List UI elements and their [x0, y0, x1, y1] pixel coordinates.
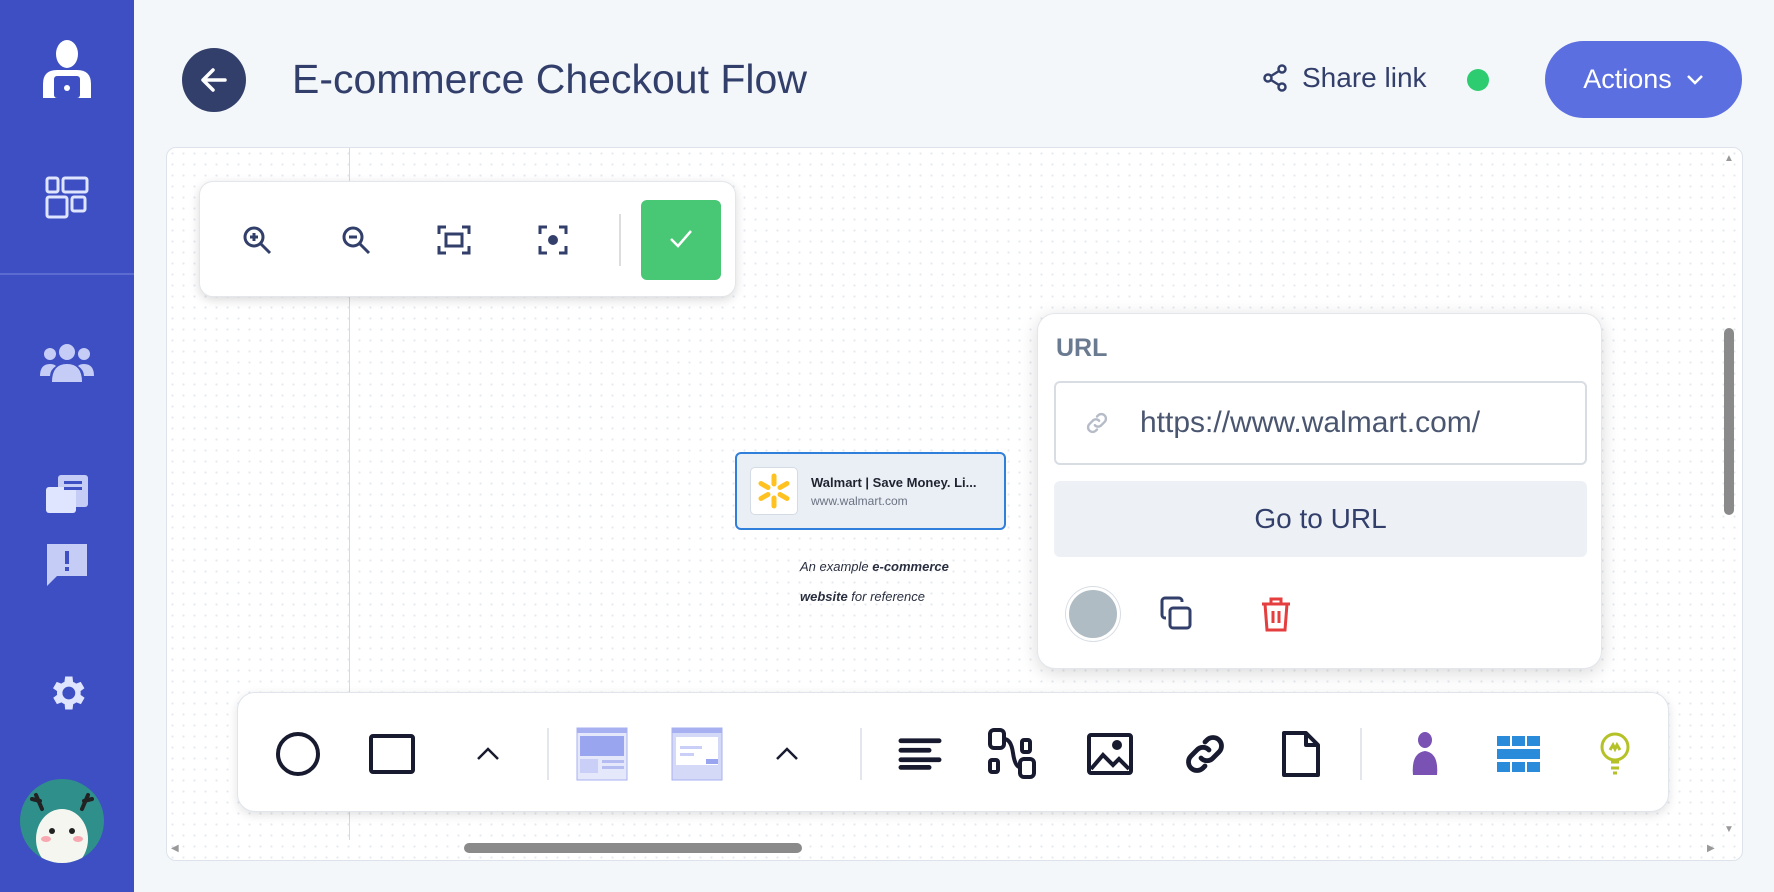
link-icon[interactable] [1178, 727, 1232, 781]
sidebar [0, 0, 134, 892]
caption-bold: e-commerce [872, 559, 949, 574]
persona-icon[interactable] [1398, 727, 1452, 781]
scroll-down-arrow[interactable]: ▼ [1724, 824, 1734, 835]
chevron-up-icon[interactable] [461, 727, 515, 781]
link-icon [1086, 412, 1108, 434]
page-title: E-commerce Checkout Flow [292, 56, 807, 102]
avatar[interactable] [20, 779, 104, 863]
feedback-icon[interactable] [37, 534, 97, 594]
link-card-title: Walmart | Save Money. Li... [811, 474, 977, 490]
url-popup: URL https://www.walmart.com/ Go to URL [1037, 313, 1602, 669]
toolbar-divider [1360, 728, 1362, 780]
actions-label: Actions [1583, 64, 1672, 94]
chevron-up-icon[interactable] [760, 727, 814, 781]
confirm-button[interactable] [641, 200, 721, 280]
toolbar-divider [860, 728, 862, 780]
url-input[interactable]: https://www.walmart.com/ [1054, 381, 1587, 465]
toolbar-divider [619, 214, 621, 266]
caption-bold: website [800, 589, 848, 604]
color-swatch[interactable] [1066, 587, 1120, 641]
image-icon[interactable] [1083, 727, 1137, 781]
share-link-label: Share link [1302, 62, 1427, 93]
gear-icon[interactable] [37, 663, 97, 723]
file-icon[interactable] [1274, 727, 1328, 781]
chevron-down-icon [1686, 74, 1703, 85]
table-icon[interactable] [1492, 727, 1546, 781]
zoom-in-icon[interactable] [232, 215, 282, 265]
scroll-right-arrow[interactable]: ▶ [1707, 843, 1715, 854]
share-link-button[interactable]: Share link [1262, 62, 1427, 94]
url-value: https://www.walmart.com/ [1140, 406, 1481, 439]
go-to-url-button[interactable]: Go to URL [1054, 481, 1587, 557]
caption-text: An example [800, 559, 873, 574]
center-focus-icon[interactable] [528, 215, 578, 265]
horizontal-scrollbar[interactable] [464, 843, 802, 853]
delete-icon[interactable] [1256, 594, 1296, 639]
actions-button[interactable]: Actions [1545, 41, 1742, 118]
wireframe-desktop-icon[interactable] [575, 727, 629, 781]
link-card-url: www.walmart.com [811, 493, 908, 508]
fit-screen-icon[interactable] [429, 215, 479, 265]
duplicate-icon[interactable] [1156, 594, 1196, 639]
shape-toolbar [237, 692, 1669, 812]
team-icon[interactable] [37, 332, 97, 392]
circle-icon[interactable] [271, 727, 325, 781]
dashboard-icon[interactable] [37, 168, 97, 228]
arrow-left-icon [201, 68, 227, 92]
share-status-dot [1467, 69, 1489, 91]
documents-icon[interactable] [37, 464, 97, 524]
scroll-up-arrow[interactable]: ▲ [1724, 153, 1734, 164]
zoom-toolbar [199, 181, 736, 297]
toolbar-divider [547, 728, 549, 780]
user-laptop-icon[interactable] [37, 40, 97, 100]
zoom-out-icon[interactable] [331, 215, 381, 265]
share-icon [1263, 64, 1287, 92]
walmart-logo-icon [750, 467, 798, 515]
caption-note[interactable]: An example e-commerce website for referen… [800, 552, 970, 612]
sidebar-divider [0, 273, 134, 275]
rectangle-icon[interactable] [365, 727, 419, 781]
flow-icon[interactable] [986, 727, 1040, 781]
check-icon [670, 229, 692, 248]
wireframe-dialog-icon[interactable] [670, 727, 724, 781]
scroll-left-arrow[interactable]: ◀ [171, 843, 179, 854]
back-button[interactable] [182, 48, 246, 112]
link-card[interactable]: Walmart | Save Money. Li... www.walmart.… [735, 452, 1006, 530]
text-icon[interactable] [893, 727, 947, 781]
idea-bulb-icon[interactable] [1588, 727, 1642, 781]
vertical-scrollbar[interactable] [1724, 328, 1734, 515]
url-label: URL [1056, 334, 1108, 362]
caption-text: for reference [847, 589, 926, 604]
